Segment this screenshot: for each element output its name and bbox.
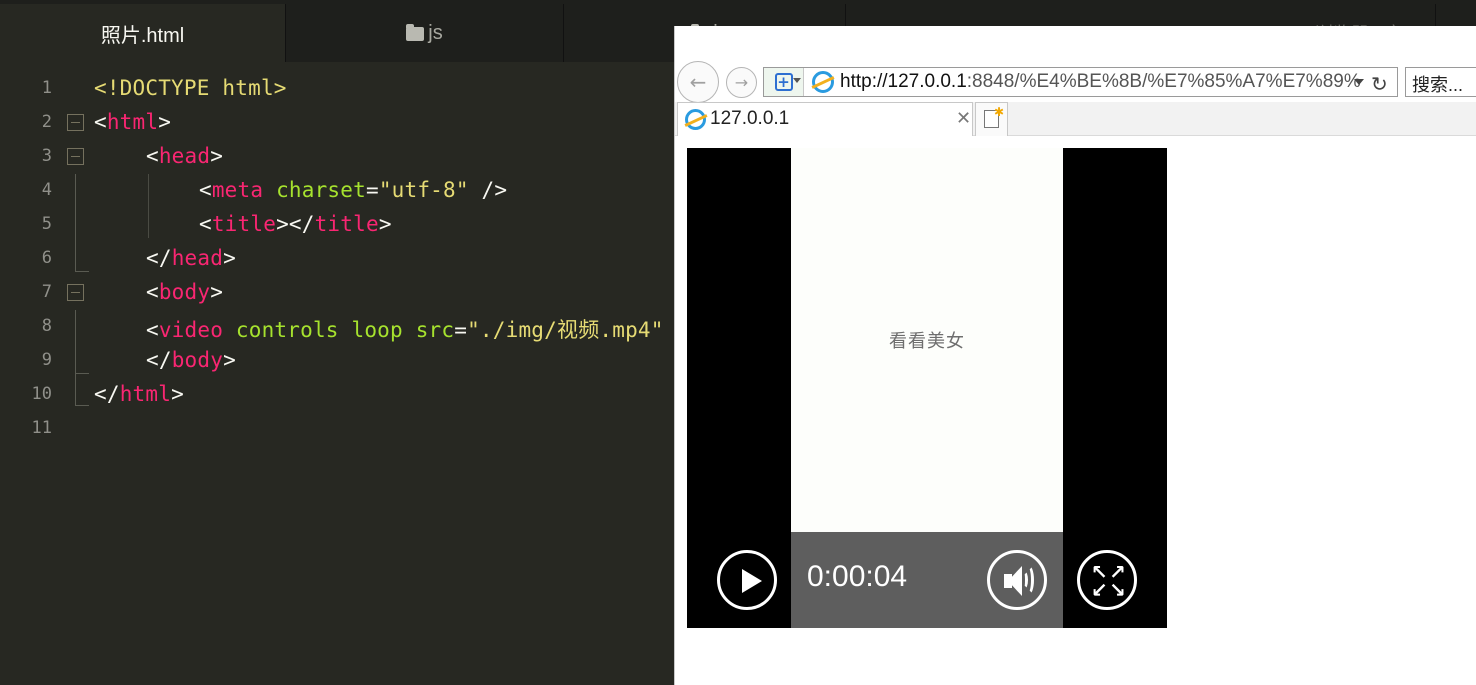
code-line-8[interactable]: <video controls loop src="./img/视频.mp4" bbox=[146, 314, 664, 344]
tab-js-folder[interactable]: js bbox=[286, 4, 564, 62]
code-line-1[interactable]: <!DOCTYPE html> bbox=[94, 76, 287, 100]
browser-tab[interactable]: 127.0.0.1 ✕ bbox=[677, 102, 973, 136]
code-line-7[interactable]: <body> bbox=[146, 280, 223, 304]
fold-toggle-head[interactable] bbox=[67, 148, 84, 165]
chevron-down-icon[interactable] bbox=[1354, 79, 1364, 85]
code-line-2[interactable]: <html> bbox=[94, 110, 171, 134]
fullscreen-button[interactable]: ↖ ↗ ↙ ↘ bbox=[1077, 550, 1137, 610]
indent-guide bbox=[75, 271, 89, 272]
web-browser-window: ← → + http://127.0.0.1:8848/%E4%BE%8B/%E… bbox=[674, 26, 1476, 685]
volume-button[interactable] bbox=[987, 550, 1047, 610]
code-line-5[interactable]: <title></title> bbox=[199, 212, 392, 236]
code-line-3[interactable]: <head> bbox=[146, 144, 223, 168]
star-icon: ✱ bbox=[994, 105, 1005, 119]
browser-tab-strip: 127.0.0.1 ✕ ✱ bbox=[675, 102, 1476, 136]
chevron-down-icon bbox=[793, 78, 801, 83]
line-number: 11 bbox=[31, 418, 52, 438]
fold-toggle-body[interactable] bbox=[67, 284, 84, 301]
compat-view-button[interactable]: + bbox=[764, 68, 804, 96]
line-number: 6 bbox=[41, 248, 52, 268]
video-frame: 看看美女 bbox=[791, 148, 1063, 532]
line-number: 3 bbox=[41, 146, 52, 166]
address-bar[interactable]: + http://127.0.0.1:8848/%E4%BE%8B/%E7%85… bbox=[763, 67, 1398, 97]
line-number: 8 bbox=[41, 316, 52, 336]
plus-shield-icon: + bbox=[774, 73, 793, 91]
ie-icon bbox=[685, 109, 706, 130]
video-frame-text: 看看美女 bbox=[889, 331, 965, 352]
code-line-6[interactable]: </head> bbox=[146, 246, 236, 270]
back-button[interactable]: ← bbox=[677, 61, 719, 103]
code-line-9[interactable]: </body> bbox=[146, 348, 236, 372]
forward-button[interactable]: → bbox=[726, 67, 757, 98]
back-arrow-icon: ← bbox=[689, 70, 707, 94]
play-icon bbox=[742, 569, 762, 593]
line-number: 10 bbox=[31, 384, 52, 404]
code-line-10[interactable]: </html> bbox=[94, 382, 184, 406]
line-number: 1 bbox=[41, 78, 52, 98]
indent-guide bbox=[75, 373, 89, 374]
indent-guide bbox=[75, 310, 76, 374]
indent-guide bbox=[75, 405, 89, 406]
search-input[interactable]: 搜索... bbox=[1405, 67, 1476, 97]
play-button[interactable] bbox=[717, 550, 777, 610]
tab-label: js bbox=[428, 21, 443, 44]
line-number: 2 bbox=[41, 112, 52, 132]
video-controls: 0:00:04 ↖ ↗ ↙ ↘ bbox=[687, 532, 1167, 628]
fold-toggle-html[interactable] bbox=[67, 114, 84, 131]
refresh-icon[interactable]: ↻ bbox=[1371, 72, 1388, 96]
tab-label: 照片.html bbox=[100, 24, 185, 47]
folder-icon bbox=[406, 24, 425, 41]
indent-guide bbox=[75, 174, 76, 272]
indent-guide bbox=[75, 374, 76, 406]
browser-nav-bar: ← → + http://127.0.0.1:8848/%E4%BE%8B/%E… bbox=[675, 26, 1476, 103]
line-number: 4 bbox=[41, 180, 52, 200]
close-icon[interactable]: ✕ bbox=[956, 108, 971, 129]
forward-arrow-icon: → bbox=[734, 73, 749, 92]
tab-photo-html[interactable]: 照片.html bbox=[0, 4, 286, 62]
new-tab-button[interactable]: ✱ bbox=[975, 102, 1008, 136]
url-text[interactable]: http://127.0.0.1:8848/%E4%BE%8B/%E7%85%A… bbox=[840, 71, 1361, 93]
video-player[interactable]: 看看美女 0:00:04 ↖ ↗ ↙ ↘ bbox=[687, 148, 1167, 628]
browser-tab-title: 127.0.0.1 bbox=[710, 108, 790, 129]
code-line-4[interactable]: <meta charset="utf-8" /> bbox=[199, 178, 507, 202]
line-number: 7 bbox=[41, 282, 52, 302]
line-number: 9 bbox=[41, 350, 52, 370]
indent-guide bbox=[148, 174, 149, 238]
ie-icon bbox=[812, 71, 834, 93]
time-display: 0:00:04 bbox=[807, 560, 908, 593]
line-number: 5 bbox=[41, 214, 52, 234]
